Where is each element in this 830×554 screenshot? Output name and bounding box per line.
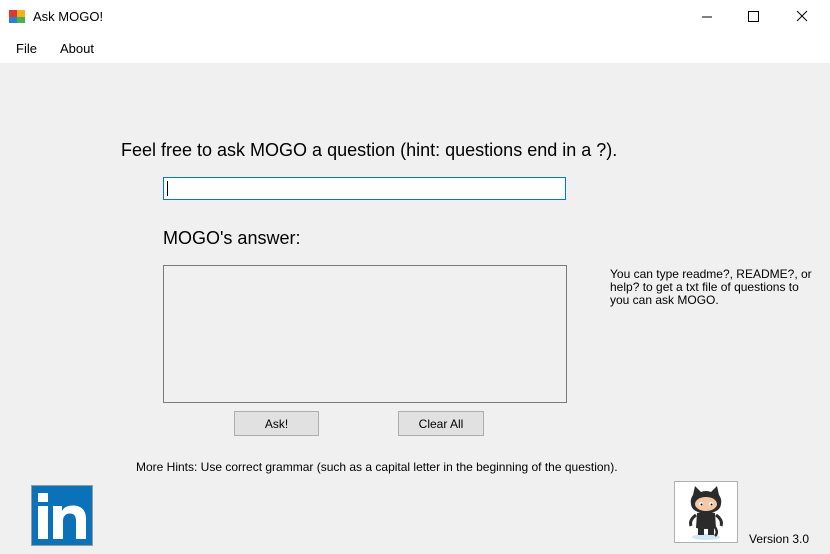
title-bar[interactable]: Ask MOGO! (0, 0, 830, 34)
linkedin-icon (32, 486, 92, 545)
close-button[interactable] (780, 0, 826, 34)
question-prompt: Feel free to ask MOGO a question (hint: … (121, 140, 618, 160)
question-input[interactable] (163, 177, 566, 200)
close-icon (796, 10, 808, 22)
menu-file[interactable]: File (16, 41, 37, 56)
linkedin-logo[interactable] (31, 485, 93, 546)
maximize-button[interactable] (730, 0, 776, 34)
clear-all-button[interactable]: Clear All (398, 411, 484, 436)
answer-label: MOGO's answer: (163, 228, 301, 248)
window-title: Ask MOGO! (33, 9, 104, 24)
octocat-icon (675, 482, 737, 542)
minimize-icon (702, 16, 712, 18)
minimize-button[interactable] (684, 0, 730, 34)
menu-bar: File About (0, 34, 830, 63)
text-caret (167, 181, 168, 196)
ask-button[interactable]: Ask! (234, 411, 319, 436)
version-label: Version 3.0 (749, 532, 810, 546)
more-hints-text: More Hints: Use correct grammar (such as… (136, 460, 618, 474)
github-logo[interactable] (674, 481, 738, 543)
app-window-icon (9, 10, 25, 23)
maximize-icon (748, 11, 759, 22)
menu-about[interactable]: About (60, 41, 94, 56)
answer-textbox[interactable] (163, 265, 567, 403)
readme-hint: You can type readme?, README?, or help? … (610, 267, 812, 307)
